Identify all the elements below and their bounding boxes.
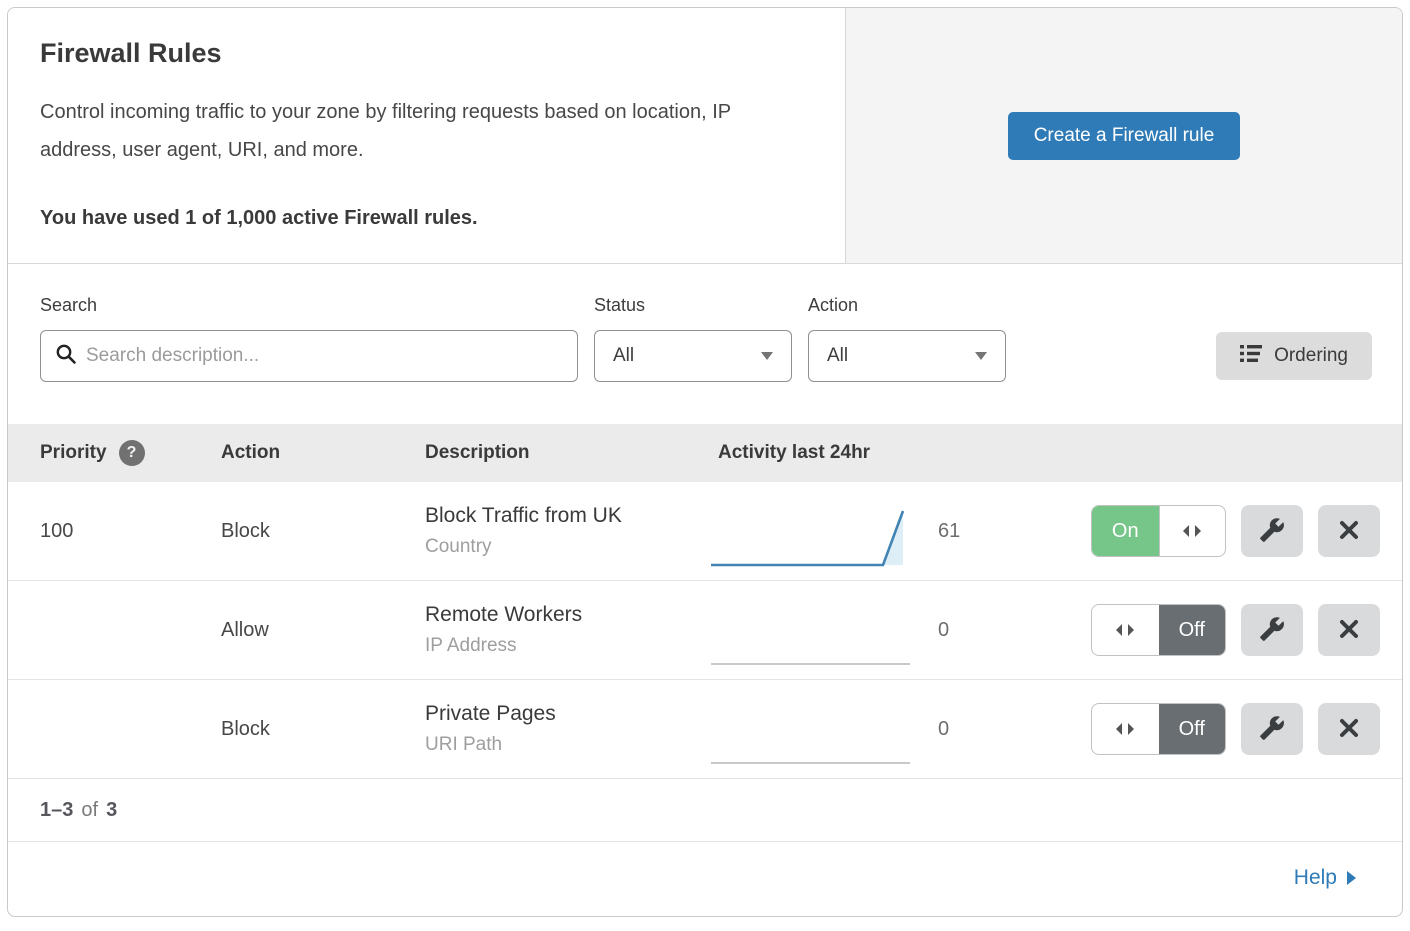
page-description: Control incoming traffic to your zone by… (40, 93, 805, 169)
action-select[interactable]: All (808, 330, 1006, 382)
page-title: Firewall Rules (40, 38, 805, 69)
status-selected-value: All (613, 345, 634, 367)
ordering-button[interactable]: Ordering (1216, 332, 1372, 380)
rule-type: Country (425, 536, 708, 558)
action-value: Block (221, 520, 425, 543)
left-right-arrows-icon (1092, 605, 1159, 655)
chevron-down-icon (761, 352, 773, 360)
table-row: Allow Remote Workers IP Address 0 Off (8, 581, 1402, 680)
activity-count: 0 (918, 718, 1008, 741)
chevron-down-icon (975, 352, 987, 360)
rule-enabled-toggle[interactable]: Off (1091, 703, 1226, 755)
rule-description: Private Pages (425, 702, 708, 726)
column-header-action: Action (221, 442, 425, 464)
toggle-state-label: Off (1159, 605, 1226, 655)
wrench-icon (1259, 616, 1285, 645)
delete-rule-button[interactable] (1318, 703, 1380, 755)
header-action-section: Create a Firewall rule (846, 8, 1402, 263)
activity-count: 61 (918, 520, 1008, 543)
x-icon (1338, 618, 1360, 643)
search-box[interactable] (40, 330, 578, 382)
rule-description: Remote Workers (425, 603, 708, 627)
list-icon (1240, 344, 1262, 369)
pagination-status: 1–3 of 3 (8, 779, 1402, 842)
row-controls: On (1008, 505, 1380, 557)
edit-rule-button[interactable] (1241, 604, 1303, 656)
x-icon (1338, 717, 1360, 742)
action-value: Block (221, 718, 425, 741)
ordering-button-label: Ordering (1274, 345, 1348, 367)
rule-enabled-toggle[interactable]: On (1091, 505, 1226, 557)
arrow-right-icon (1347, 871, 1356, 885)
delete-rule-button[interactable] (1318, 604, 1380, 656)
description-cell: Private Pages URI Path (425, 702, 708, 756)
left-right-arrows-icon (1159, 506, 1226, 556)
search-input[interactable] (86, 345, 563, 367)
pagination-total: 3 (106, 799, 117, 822)
search-icon (55, 343, 77, 370)
status-label: Status (594, 295, 792, 316)
rule-type: IP Address (425, 635, 708, 657)
firewall-rules-panel: Firewall Rules Control incoming traffic … (7, 7, 1403, 917)
action-value: Allow (221, 619, 425, 642)
edit-rule-button[interactable] (1241, 703, 1303, 755)
usage-note: You have used 1 of 1,000 active Firewall… (40, 207, 805, 230)
row-controls: Off (1008, 604, 1380, 656)
priority-value: 100 (40, 520, 221, 543)
action-selected-value: All (827, 345, 848, 367)
create-firewall-rule-button[interactable]: Create a Firewall rule (1008, 112, 1241, 160)
left-right-arrows-icon (1092, 704, 1159, 754)
activity-sparkline (708, 502, 918, 579)
status-group: Status All (594, 295, 792, 382)
action-group: Action All (808, 295, 1006, 382)
column-header-activity: Activity last 24hr (708, 442, 918, 464)
header-text-section: Firewall Rules Control incoming traffic … (8, 8, 846, 263)
help-bar: Help (8, 842, 1402, 913)
column-header-priority: Priority ? (40, 440, 221, 466)
search-group: Search (40, 295, 578, 382)
delete-rule-button[interactable] (1318, 505, 1380, 557)
action-label: Action (808, 295, 1006, 316)
wrench-icon (1259, 715, 1285, 744)
description-cell: Block Traffic from UK Country (425, 504, 708, 558)
activity-sparkline (708, 700, 918, 777)
table-row: Block Private Pages URI Path 0 Off (8, 680, 1402, 779)
pagination-range: 1–3 (40, 799, 73, 822)
row-controls: Off (1008, 703, 1380, 755)
rule-enabled-toggle[interactable]: Off (1091, 604, 1226, 656)
activity-sparkline (708, 601, 918, 678)
filter-bar: Search Status All Action All (8, 264, 1402, 424)
pagination-of: of (81, 799, 98, 822)
toggle-state-label: Off (1159, 704, 1226, 754)
help-link[interactable]: Help (1294, 866, 1356, 890)
description-cell: Remote Workers IP Address (425, 603, 708, 657)
help-link-label: Help (1294, 866, 1337, 890)
status-select[interactable]: All (594, 330, 792, 382)
panel-header: Firewall Rules Control incoming traffic … (8, 8, 1402, 264)
search-label: Search (40, 295, 578, 316)
question-icon[interactable]: ? (119, 440, 145, 466)
wrench-icon (1259, 517, 1285, 546)
rule-type: URI Path (425, 734, 708, 756)
rule-description: Block Traffic from UK (425, 504, 708, 528)
edit-rule-button[interactable] (1241, 505, 1303, 557)
x-icon (1338, 519, 1360, 544)
activity-count: 0 (918, 619, 1008, 642)
column-header-description: Description (425, 442, 708, 464)
table-header: Priority ? Action Description Activity l… (8, 424, 1402, 482)
toggle-state-label: On (1092, 506, 1159, 556)
table-row: 100 Block Block Traffic from UK Country … (8, 482, 1402, 581)
